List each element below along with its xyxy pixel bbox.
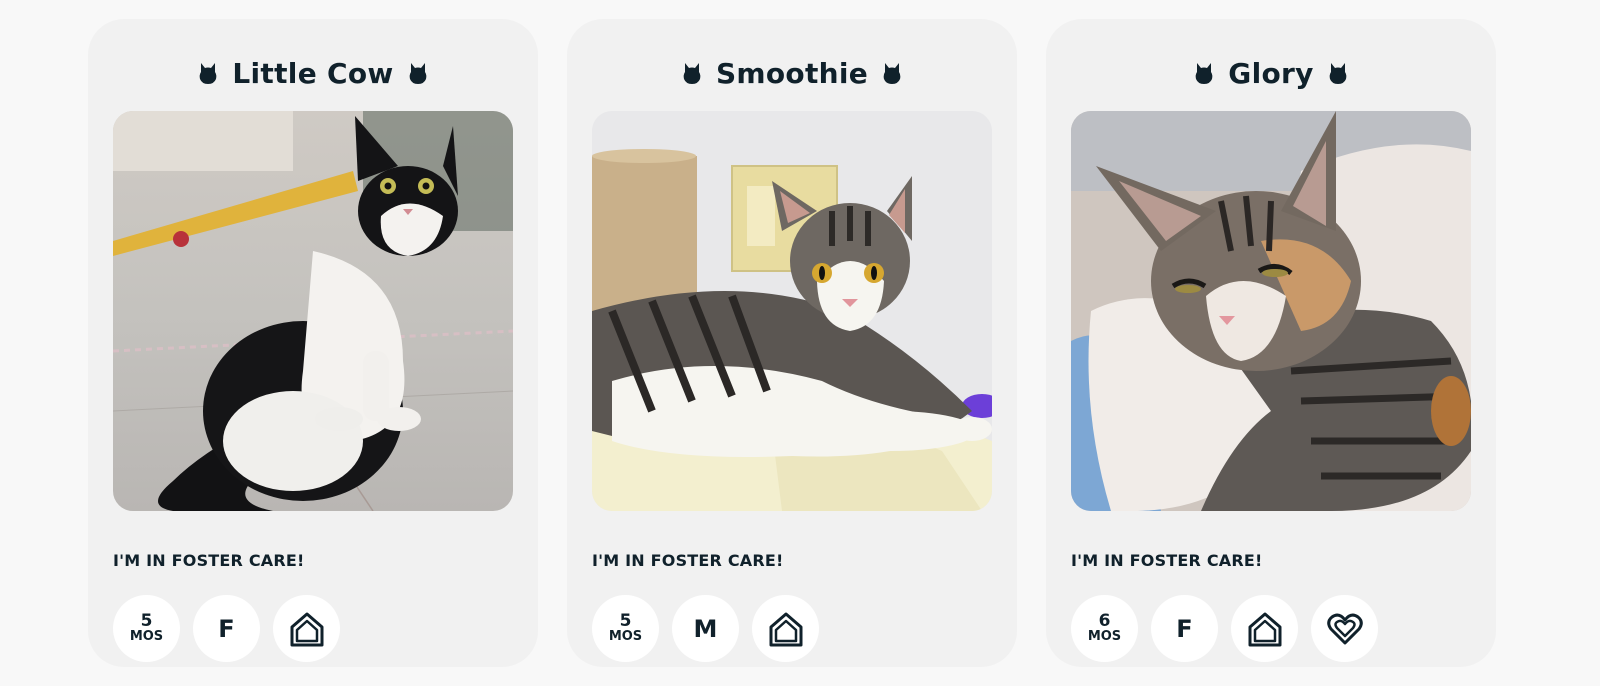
foster-badge: [1231, 595, 1298, 662]
cat-silhouette-icon: [882, 61, 902, 85]
pet-photo[interactable]: [592, 111, 992, 511]
pet-card[interactable]: Glory I'M IN FOSTER CARE! 6 MOS F: [1046, 19, 1496, 667]
pet-badges: 5 MOS M: [592, 595, 819, 662]
age-badge: 5 MOS: [113, 595, 180, 662]
cat-silhouette-icon: [1328, 61, 1348, 85]
sex-badge: F: [1151, 595, 1218, 662]
age-unit: MOS: [129, 629, 164, 644]
sex-value: F: [218, 614, 235, 643]
age-unit: MOS: [608, 629, 643, 644]
pet-name[interactable]: Little Cow: [230, 57, 395, 90]
foster-badge: [273, 595, 340, 662]
pet-photo[interactable]: [1071, 111, 1471, 511]
foster-badge: [752, 595, 819, 662]
foster-status: I'M IN FOSTER CARE!: [113, 551, 305, 570]
pet-name[interactable]: Glory: [1226, 57, 1315, 90]
bonded-badge: [1311, 595, 1378, 662]
foster-status: I'M IN FOSTER CARE!: [1071, 551, 1263, 570]
age-badge: 6 MOS: [1071, 595, 1138, 662]
foster-status: I'M IN FOSTER CARE!: [592, 551, 784, 570]
pet-card[interactable]: Smoothie I'M IN FOSTER CARE! 5 MOS M: [567, 19, 1017, 667]
pet-card-title: Smoothie: [567, 53, 1017, 93]
cat-silhouette-icon: [408, 61, 428, 85]
age-number: 6: [1098, 611, 1111, 631]
age-number: 5: [140, 611, 153, 631]
pet-card[interactable]: Little Cow I'M IN FOSTER CARE! 5 MOS F: [88, 19, 538, 667]
cat-silhouette-icon: [682, 61, 702, 85]
cat-silhouette-icon: [198, 61, 218, 85]
pet-badges: 5 MOS F: [113, 595, 340, 662]
age-number: 5: [619, 611, 632, 631]
pet-card-title: Glory: [1046, 53, 1496, 93]
house-icon: [769, 612, 802, 646]
sex-value: F: [1176, 614, 1193, 643]
cat-silhouette-icon: [1194, 61, 1214, 85]
sex-badge: M: [672, 595, 739, 662]
age-badge: 5 MOS: [592, 595, 659, 662]
pet-name[interactable]: Smoothie: [714, 57, 870, 90]
pet-card-title: Little Cow: [88, 53, 538, 93]
heart-icon: [1326, 613, 1363, 644]
house-icon: [1248, 612, 1281, 646]
pet-card-list: Little Cow I'M IN FOSTER CARE! 5 MOS F S…: [0, 0, 1600, 686]
sex-value: M: [693, 614, 718, 643]
pet-photo[interactable]: [113, 111, 513, 511]
house-icon: [290, 612, 323, 646]
sex-badge: F: [193, 595, 260, 662]
age-unit: MOS: [1087, 629, 1122, 644]
pet-badges: 6 MOS F: [1071, 595, 1378, 662]
